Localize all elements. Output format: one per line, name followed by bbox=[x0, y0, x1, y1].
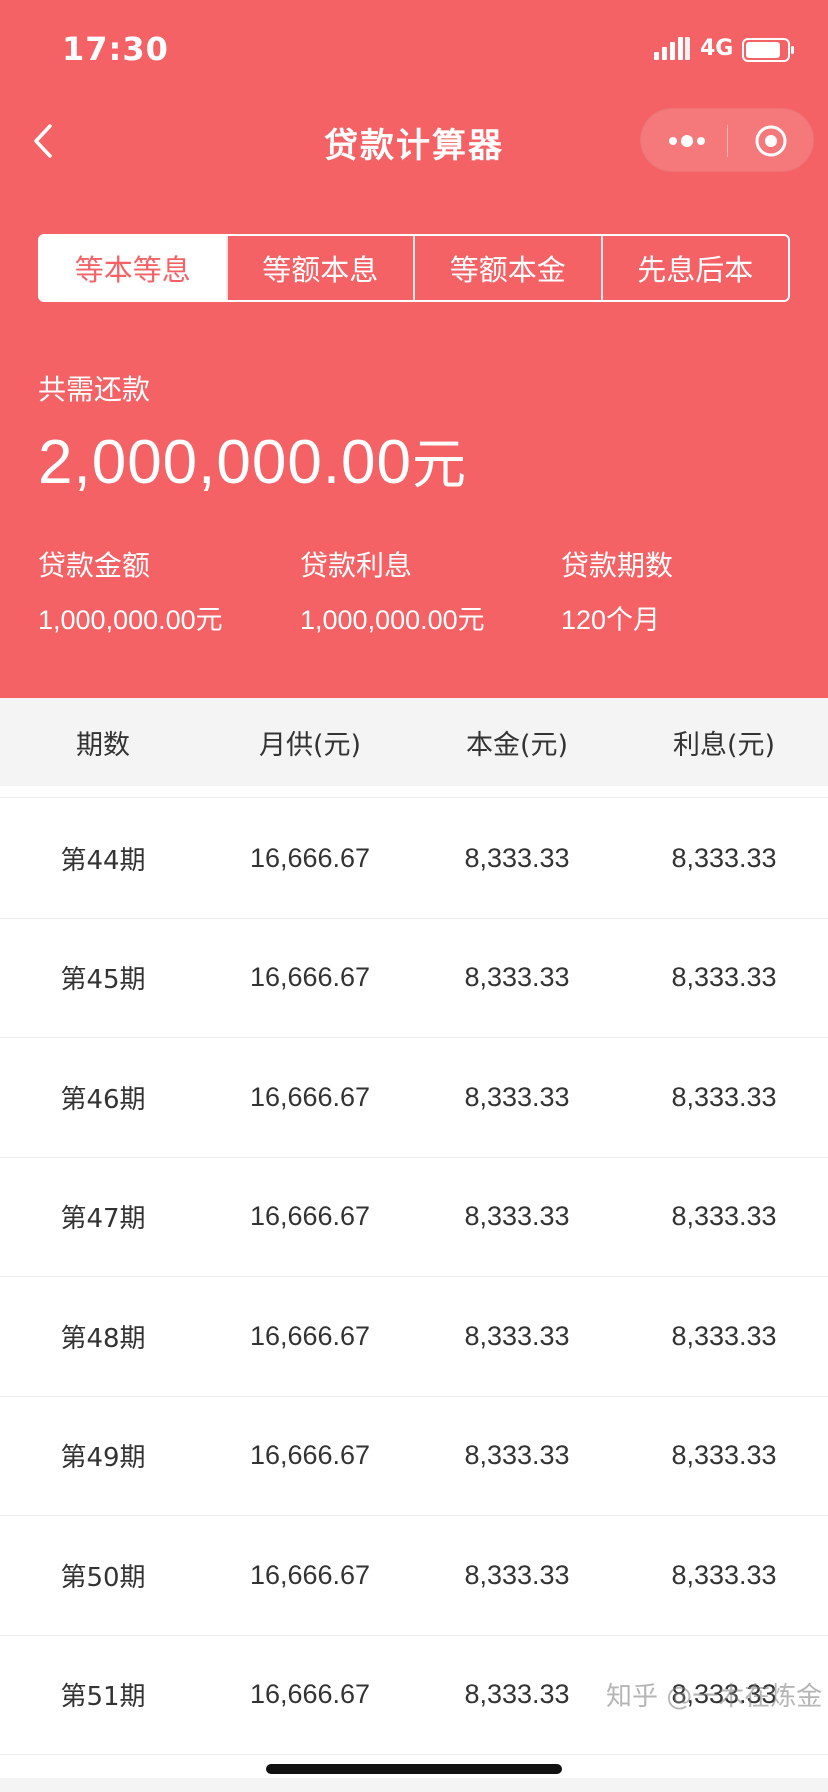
cell-principal: 8,333.33 bbox=[464, 1320, 570, 1351]
loan-amount-unit: 元 bbox=[195, 605, 223, 636]
header-interest: 利息(元) bbox=[672, 729, 776, 761]
cell-principal: 8,333.33 bbox=[464, 1440, 570, 1471]
loan-interest-stat: 贷款利息 1,000,000.00元 bbox=[300, 544, 485, 637]
total-repayment-label: 共需还款 bbox=[38, 373, 151, 406]
loan-interest-unit: 元 bbox=[457, 605, 485, 636]
more-dots-icon[interactable] bbox=[665, 125, 713, 157]
schedule-table-header: 期数 月供(元) 本金(元) 利息(元) bbox=[0, 698, 828, 786]
loan-amount-number: 1,000,000.00 bbox=[38, 605, 196, 635]
battery-icon bbox=[742, 38, 794, 62]
cell-principal: 8,333.33 bbox=[464, 962, 570, 993]
table-row: 第45期 16,666.67 8,333.33 8,333.33 bbox=[0, 919, 828, 1038]
cell-interest: 8,333.33 bbox=[671, 1320, 777, 1351]
loan-amount-value: 1,000,000.00元 bbox=[38, 598, 223, 637]
watermark: 知乎 @一木在炼金 bbox=[606, 1682, 823, 1712]
table-row: 第47期 16,666.67 8,333.33 8,333.33 bbox=[0, 1158, 828, 1277]
cell-period: 第47期 bbox=[60, 1204, 146, 1235]
total-repayment-unit: 元 bbox=[412, 433, 468, 496]
loan-amount-stat: 贷款金额 1,000,000.00元 bbox=[38, 544, 223, 637]
header-period: 期数 bbox=[76, 729, 130, 761]
table-row: 第49期 16,666.67 8,333.33 8,333.33 bbox=[0, 1397, 828, 1516]
total-repayment-number: 2,000,000.00 bbox=[38, 428, 413, 497]
status-bar: 17:30 4G bbox=[0, 0, 828, 100]
cell-interest: 8,333.33 bbox=[671, 1559, 777, 1590]
cell-monthly-payment: 16,666.67 bbox=[249, 1081, 371, 1112]
header-monthly-payment: 月供(元) bbox=[258, 729, 362, 761]
cell-period: 第48期 bbox=[60, 1323, 146, 1354]
cell-period: 第46期 bbox=[60, 1084, 146, 1115]
cell-monthly-payment: 16,666.67 bbox=[249, 1679, 371, 1710]
repayment-method-tabs: 等本等息 等额本息 等额本金 先息后本 bbox=[38, 234, 790, 302]
tab-equal-principal-interest[interactable]: 等本等息 bbox=[40, 236, 226, 300]
loan-amount-label: 贷款金额 bbox=[38, 549, 151, 582]
nav-bar: 贷款计算器 bbox=[0, 100, 828, 180]
home-indicator[interactable] bbox=[266, 1764, 562, 1774]
schedule-table-body[interactable]: 第44期 16,666.67 8,333.33 8,333.33 第45期 16,666.… bbox=[0, 799, 828, 1755]
tab-interest-first[interactable]: 先息后本 bbox=[600, 236, 789, 300]
table-row: 第44期 16,666.67 8,333.33 8,333.33 bbox=[0, 799, 828, 919]
cell-principal: 8,333.33 bbox=[464, 842, 570, 873]
cell-period: 第44期 bbox=[60, 845, 146, 876]
summary-panel: 17:30 4G 贷款计算器 等本等息 等额本息 等额本金 先息后本 共需还款 … bbox=[0, 0, 828, 698]
cell-period: 第50期 bbox=[60, 1562, 146, 1593]
cell-monthly-payment: 16,666.67 bbox=[249, 1440, 371, 1471]
loan-interest-label: 贷款利息 bbox=[300, 549, 413, 582]
cell-interest: 8,333.33 bbox=[671, 1440, 777, 1471]
tab-equal-principal[interactable]: 等额本金 bbox=[413, 236, 601, 300]
cell-period: 第51期 bbox=[60, 1682, 146, 1713]
table-row: 第50期 16,666.67 8,333.33 8,333.33 bbox=[0, 1516, 828, 1636]
mini-program-capsule bbox=[640, 108, 814, 172]
cell-principal: 8,333.33 bbox=[464, 1559, 570, 1590]
cell-monthly-payment: 16,666.67 bbox=[249, 962, 371, 993]
header-divider bbox=[0, 786, 828, 798]
cell-monthly-payment: 16,666.67 bbox=[249, 842, 371, 873]
loan-term-label: 贷款期数 bbox=[561, 549, 674, 582]
cell-monthly-payment: 16,666.67 bbox=[249, 1320, 371, 1351]
table-row: 第46期 16,666.67 8,333.33 8,333.33 bbox=[0, 1038, 828, 1158]
cell-interest: 8,333.33 bbox=[671, 962, 777, 993]
status-time: 17:30 bbox=[62, 30, 169, 68]
loan-term-stat: 贷款期数 120个月 bbox=[561, 544, 673, 637]
loan-interest-number: 1,000,000.00 bbox=[300, 605, 458, 635]
cell-interest: 8,333.33 bbox=[671, 842, 777, 873]
cell-monthly-payment: 16,666.67 bbox=[249, 1559, 371, 1590]
cell-principal: 8,333.33 bbox=[464, 1081, 570, 1112]
cell-monthly-payment: 16,666.67 bbox=[249, 1201, 371, 1232]
cell-period: 第49期 bbox=[60, 1443, 146, 1474]
cell-principal: 8,333.33 bbox=[464, 1679, 570, 1710]
cell-interest: 8,333.33 bbox=[671, 1081, 777, 1112]
cell-period: 第45期 bbox=[60, 965, 146, 996]
cell-principal: 8,333.33 bbox=[464, 1201, 570, 1232]
cell-interest: 8,333.33 bbox=[671, 1201, 777, 1232]
capsule-divider bbox=[727, 125, 728, 157]
total-repayment-amount: 2,000,000.00元 bbox=[38, 420, 467, 499]
signal-bars-icon bbox=[654, 37, 690, 60]
mini-program-close-icon[interactable] bbox=[753, 123, 789, 159]
bottom-strip bbox=[0, 1778, 828, 1792]
loan-interest-value: 1,000,000.00元 bbox=[300, 598, 485, 637]
table-row: 第48期 16,666.67 8,333.33 8,333.33 bbox=[0, 1277, 828, 1397]
network-label: 4G bbox=[700, 36, 734, 61]
header-principal: 本金(元) bbox=[465, 729, 569, 761]
tab-equal-installment[interactable]: 等额本息 bbox=[225, 236, 414, 300]
loan-term-value: 120个月 bbox=[561, 605, 661, 635]
